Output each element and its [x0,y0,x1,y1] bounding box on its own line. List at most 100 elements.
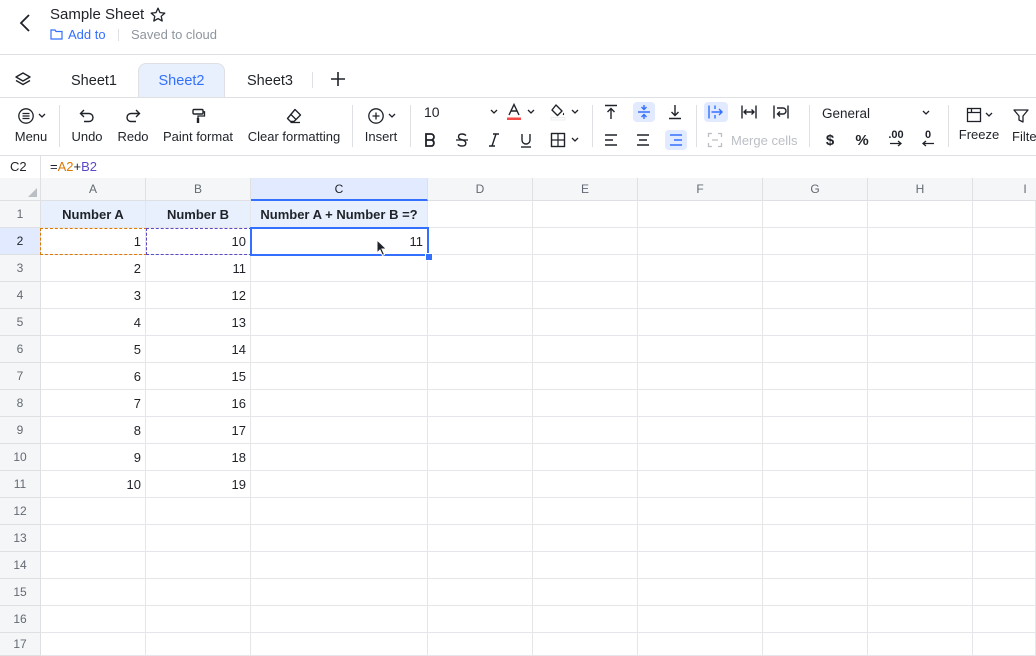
cell-b12[interactable] [146,498,251,525]
text-wrap-icon[interactable] [770,102,792,122]
insert-button[interactable]: Insert [362,107,400,144]
row-header-13[interactable]: 13 [0,525,41,552]
column-header-f[interactable]: F [638,178,763,201]
column-header-c[interactable]: C [251,178,428,201]
cell-h13[interactable] [868,525,973,552]
cell-d9[interactable] [428,417,533,444]
cell-f9[interactable] [638,417,763,444]
cell-g15[interactable] [763,579,868,606]
cell-b15[interactable] [146,579,251,606]
row-header-5[interactable]: 5 [0,309,41,336]
italic-icon[interactable] [484,130,504,150]
row-header-10[interactable]: 10 [0,444,41,471]
row-header-6[interactable]: 6 [0,336,41,363]
clear-formatting-button[interactable]: Clear formatting [246,107,342,144]
cell-i11[interactable] [973,471,1036,498]
column-header-e[interactable]: E [533,178,638,201]
cell-f7[interactable] [638,363,763,390]
cell-a7[interactable]: 6 [41,363,146,390]
cell-c4[interactable] [251,282,428,309]
row-header-16[interactable]: 16 [0,606,41,633]
document-title[interactable]: Sample Sheet [50,6,144,23]
row-header-1[interactable]: 1 [0,201,41,228]
cell-c2[interactable]: 11 [251,228,428,255]
redo-button[interactable]: Redo [116,107,150,144]
cell-c11[interactable] [251,471,428,498]
cell-b13[interactable] [146,525,251,552]
cell-f15[interactable] [638,579,763,606]
cell-a9[interactable]: 8 [41,417,146,444]
cell-a17[interactable] [41,633,146,656]
column-header-b[interactable]: B [146,178,251,201]
cell-e7[interactable] [533,363,638,390]
cell-c17[interactable] [251,633,428,656]
cell-g12[interactable] [763,498,868,525]
cell-e2[interactable] [533,228,638,255]
cell-c14[interactable] [251,552,428,579]
cell-a11[interactable]: 10 [41,471,146,498]
cell-c1[interactable]: Number A + Number B =? [251,201,428,228]
cell-a12[interactable] [41,498,146,525]
cell-a13[interactable] [41,525,146,552]
cell-i3[interactable] [973,255,1036,282]
cell-f6[interactable] [638,336,763,363]
cell-a2[interactable]: 1 [41,228,146,255]
cell-d6[interactable] [428,336,533,363]
cell-a10[interactable]: 9 [41,444,146,471]
increase-decimal-icon[interactable]: 0 [916,129,940,149]
column-header-a[interactable]: A [41,178,146,201]
tab-sheet1[interactable]: Sheet1 [56,64,132,97]
cell-e14[interactable] [533,552,638,579]
decrease-decimal-icon[interactable]: .00 [884,129,908,149]
cell-d4[interactable] [428,282,533,309]
cell-i1[interactable] [973,201,1036,228]
cell-h2[interactable] [868,228,973,255]
cell-e13[interactable] [533,525,638,552]
borders-button[interactable] [550,130,584,150]
cell-e4[interactable] [533,282,638,309]
cell-f5[interactable] [638,309,763,336]
cell-d14[interactable] [428,552,533,579]
cell-i5[interactable] [973,309,1036,336]
cell-b9[interactable]: 17 [146,417,251,444]
cell-c13[interactable] [251,525,428,552]
cell-d8[interactable] [428,390,533,417]
cell-d13[interactable] [428,525,533,552]
freeze-button[interactable]: Freeze [958,107,1000,142]
cell-c16[interactable] [251,606,428,633]
cell-g9[interactable] [763,417,868,444]
cell-g2[interactable] [763,228,868,255]
cell-h1[interactable] [868,201,973,228]
add-sheet-icon[interactable] [328,69,348,89]
cell-c3[interactable] [251,255,428,282]
select-all-corner[interactable] [0,178,41,201]
cell-d16[interactable] [428,606,533,633]
cell-i15[interactable] [973,579,1036,606]
cell-h16[interactable] [868,606,973,633]
cell-d1[interactable] [428,201,533,228]
cell-g5[interactable] [763,309,868,336]
cell-i9[interactable] [973,417,1036,444]
cell-d10[interactable] [428,444,533,471]
currency-format-icon[interactable]: $ [820,130,840,150]
cell-h3[interactable] [868,255,973,282]
row-header-11[interactable]: 11 [0,471,41,498]
add-to-link[interactable]: Add to [50,27,106,42]
cell-c7[interactable] [251,363,428,390]
cell-b3[interactable]: 11 [146,255,251,282]
cell-a3[interactable]: 2 [41,255,146,282]
cell-g6[interactable] [763,336,868,363]
cell-g16[interactable] [763,606,868,633]
cell-i10[interactable] [973,444,1036,471]
cell-e11[interactable] [533,471,638,498]
cell-b7[interactable]: 15 [146,363,251,390]
cell-b10[interactable]: 18 [146,444,251,471]
cell-f3[interactable] [638,255,763,282]
cell-c12[interactable] [251,498,428,525]
font-color-button[interactable] [506,102,538,122]
number-format-select[interactable]: General [822,104,930,122]
cell-g13[interactable] [763,525,868,552]
cell-c6[interactable] [251,336,428,363]
cell-f1[interactable] [638,201,763,228]
cell-f13[interactable] [638,525,763,552]
